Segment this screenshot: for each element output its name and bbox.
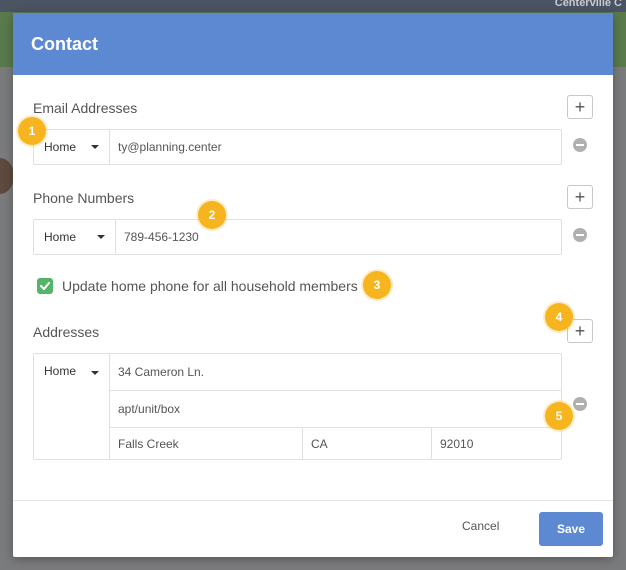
modal-title: Contact <box>31 33 98 54</box>
phone-input[interactable]: 789-456-1230 <box>116 220 561 254</box>
address-city-input[interactable]: Falls Creek <box>110 428 303 459</box>
annotation-badge-5: 5 <box>545 402 573 430</box>
email-row: Home ty@planning.center <box>33 129 562 165</box>
chevron-down-icon <box>91 145 99 149</box>
phone-section-label: Phone Numbers <box>33 190 135 206</box>
phone-row: Home 789-456-1230 <box>33 219 562 255</box>
address-street-input[interactable]: 34 Cameron Ln. <box>110 354 561 391</box>
email-type-value: Home <box>44 140 77 154</box>
address-city-row: Falls Creek CA 92010 <box>110 428 561 459</box>
household-checkbox[interactable] <box>37 278 53 294</box>
background-user-name: Centerville C <box>554 0 622 9</box>
household-checkbox-row: Update home phone for all household memb… <box>37 278 358 294</box>
contact-modal: Contact Email Addresses + Home ty@planni… <box>13 13 613 557</box>
check-icon <box>40 282 50 290</box>
address-street2-input[interactable]: apt/unit/box <box>110 391 561 428</box>
plus-icon: + <box>574 321 586 341</box>
email-input[interactable]: ty@planning.center <box>110 130 561 164</box>
annotation-badge-4: 4 <box>545 303 573 331</box>
modal-footer: Cancel Save <box>13 500 613 557</box>
plus-icon: + <box>574 187 586 207</box>
address-zip-input[interactable]: 92010 <box>432 428 561 459</box>
address-type-value: Home <box>44 364 77 378</box>
address-section-label: Addresses <box>33 324 100 340</box>
address-state-input[interactable]: CA <box>303 428 432 459</box>
address-type-select[interactable]: Home <box>34 354 110 459</box>
plus-icon: + <box>574 97 586 117</box>
phone-type-select[interactable]: Home <box>34 220 116 254</box>
remove-phone-button[interactable] <box>573 228 587 242</box>
modal-header: Contact <box>13 13 613 75</box>
email-type-select[interactable]: Home <box>34 130 110 164</box>
chevron-down-icon <box>97 235 105 239</box>
household-checkbox-label[interactable]: Update home phone for all household memb… <box>62 278 358 294</box>
chevron-down-icon <box>91 371 99 375</box>
phone-type-value: Home <box>44 230 77 244</box>
annotation-badge-2: 2 <box>198 201 226 229</box>
add-email-button[interactable]: + <box>567 95 593 119</box>
annotation-badge-3: 3 <box>363 271 391 299</box>
cancel-button[interactable]: Cancel <box>462 519 499 533</box>
email-section-label: Email Addresses <box>33 100 138 116</box>
address-block: Home 34 Cameron Ln. apt/unit/box Falls C… <box>33 353 562 460</box>
add-phone-button[interactable]: + <box>567 185 593 209</box>
annotation-badge-1: 1 <box>18 117 46 145</box>
save-button[interactable]: Save <box>539 512 603 546</box>
remove-address-button[interactable] <box>573 397 587 411</box>
background-top-bar: Centerville C <box>0 0 626 12</box>
remove-email-button[interactable] <box>573 138 587 152</box>
